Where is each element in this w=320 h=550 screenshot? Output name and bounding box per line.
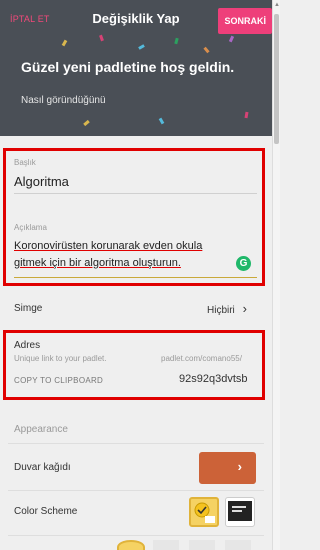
icon-row[interactable]: Hiçbiri › <box>207 301 247 316</box>
title-label: Başlık <box>14 158 36 167</box>
next-button[interactable]: SONRAKİ <box>218 8 272 34</box>
divider <box>8 443 264 444</box>
color-scheme-dark[interactable] <box>225 497 255 527</box>
address-slug-input[interactable]: 92s92q3dvtsb <box>179 373 248 385</box>
description-label: Açıklama <box>14 223 47 232</box>
welcome-heading: Güzel yeni padletine hoş geldin. <box>21 59 235 75</box>
divider <box>8 535 264 536</box>
check-icon <box>194 502 215 523</box>
address-label: Adres <box>14 340 41 351</box>
scrollbar[interactable]: ▲ <box>272 0 280 550</box>
header-banner: İPTAL ET Değişiklik Yap SONRAKİ Güzel ye… <box>0 0 272 136</box>
address-hint: Unique link to your padlet. <box>14 354 107 363</box>
icon-label: Simge <box>14 303 43 314</box>
copy-to-clipboard-button[interactable]: COPY TO CLIPBOARD <box>14 376 103 385</box>
wallpaper-label: Duvar kağıdı <box>14 462 71 473</box>
dark-theme-preview-icon <box>228 501 252 521</box>
font-option[interactable] <box>117 540 145 550</box>
chevron-right-icon: › <box>242 301 247 316</box>
address-url-prefix: padlet.com/comano55/ <box>161 354 242 363</box>
color-scheme-light[interactable] <box>189 497 219 527</box>
description-line-1: Koronovirüsten korunarak evden okula <box>14 240 203 252</box>
scroll-up-icon[interactable]: ▲ <box>274 2 280 8</box>
appearance-heading: Appearance <box>14 424 68 435</box>
description-line-2: gitmek için bir algoritma oluşturun. <box>14 257 181 269</box>
font-option[interactable] <box>153 540 179 550</box>
divider <box>8 490 264 491</box>
scroll-thumb[interactable] <box>274 14 279 144</box>
wallpaper-button[interactable]: › <box>199 452 256 484</box>
title-input[interactable]: Algoritma <box>14 174 257 189</box>
font-option[interactable] <box>189 540 215 550</box>
grammarly-icon[interactable]: G <box>236 256 251 271</box>
description-textarea[interactable]: Koronovirüsten korunarak evden okula git… <box>14 238 257 272</box>
color-scheme-label: Color Scheme <box>14 506 78 517</box>
preview-subtitle: Nasıl göründüğünü <box>21 95 106 106</box>
chevron-right-icon: › <box>237 459 242 474</box>
description-underline <box>14 277 257 278</box>
font-option[interactable] <box>225 540 251 550</box>
address-highlight <box>3 330 265 400</box>
icon-value: Hiçbiri <box>207 305 235 316</box>
title-input-underline <box>14 193 257 194</box>
